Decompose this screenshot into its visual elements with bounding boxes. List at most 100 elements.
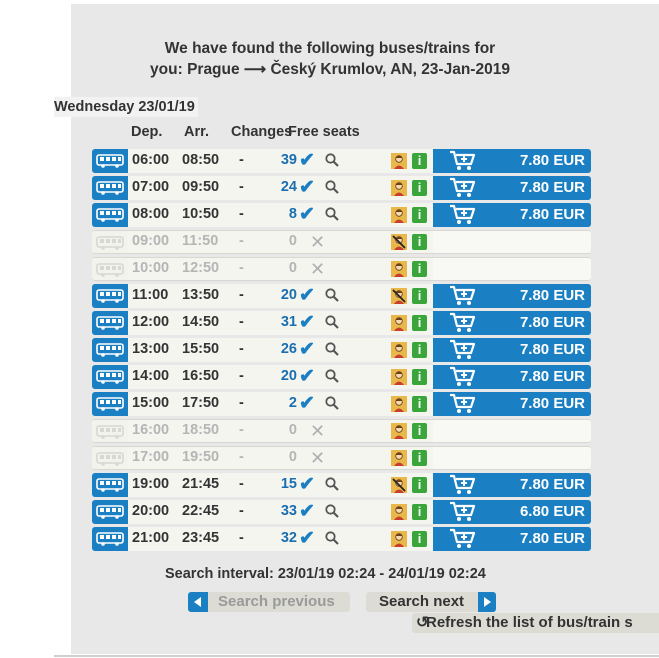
buy-ticket-button[interactable]: 7.80 EUR [433,203,591,227]
buy-ticket-button[interactable]: 7.80 EUR [433,311,591,335]
cart-icon [450,366,476,386]
buy-ticket-button[interactable]: 7.80 EUR [433,284,591,308]
connection-row[interactable]: 12:00 14:50 - 31 ✔ i 7.80 EUR [92,311,591,335]
buy-ticket-button[interactable]: 7.80 EUR [433,149,591,173]
magnifier-icon[interactable] [324,341,340,357]
bus-icon-cell [92,230,128,254]
steward-icon[interactable] [391,423,407,439]
departure-time: 17:00 [132,449,170,465]
info-icon[interactable]: i [412,450,427,466]
connection-row[interactable]: 16:00 18:50 - 0 ✕ i [92,419,591,443]
col-header-changes: Changes [231,124,293,140]
steward-icon[interactable] [391,396,407,412]
info-icon[interactable]: i [412,531,427,547]
info-icon[interactable]: i [412,153,427,169]
buy-ticket-button[interactable]: 7.80 EUR [433,365,591,389]
departure-time: 13:00 [132,341,170,357]
steward-icon[interactable] [391,531,407,547]
bus-icon-cell [92,257,128,281]
connection-row[interactable]: 20:00 22:45 - 33 ✔ i 6.80 EUR [92,500,591,524]
magnifier-icon[interactable] [324,314,340,330]
steward-icon[interactable] [391,342,407,358]
magnifier-icon[interactable] [324,368,340,384]
magnifier-icon[interactable] [324,395,340,411]
steward-icon[interactable] [391,153,407,169]
buy-ticket-button[interactable]: 7.80 EUR [433,527,591,551]
info-icon[interactable]: i [412,180,427,196]
connection-row[interactable]: 14:00 16:50 - 20 ✔ i 7.80 EUR [92,365,591,389]
connection-row[interactable]: 21:00 23:45 - 32 ✔ i 7.80 EUR [92,527,591,551]
info-icon[interactable]: i [412,207,427,223]
changes-count: - [239,341,244,357]
info-icon[interactable]: i [412,396,427,412]
buy-ticket-button[interactable]: 7.80 EUR [433,176,591,200]
steward-icon[interactable] [391,315,407,331]
free-seats-count: 31 [280,314,297,330]
ticket-price: 7.80 EUR [519,530,585,547]
buy-ticket-button[interactable]: 7.80 EUR [433,338,591,362]
magnifier-icon[interactable] [324,476,340,492]
connection-row[interactable]: 09:00 11:50 - 0 ✕ i [92,230,591,254]
refresh-list-button[interactable]: ↺ Refresh the list of bus/train s [412,613,659,633]
cart-icon [450,150,476,170]
bus-icon [96,316,124,330]
info-icon[interactable]: i [412,261,427,277]
arrival-time: 14:50 [182,314,220,330]
info-icon[interactable]: i [412,342,427,358]
magnifier-icon[interactable] [324,179,340,195]
info-icon[interactable]: i [412,504,427,520]
info-icon[interactable]: i [412,369,427,385]
arrival-time: 09:50 [182,179,220,195]
connection-row[interactable]: 11:00 13:50 - 20 ✔ i 7.80 EUR [92,284,591,308]
connection-row[interactable]: 19:00 21:45 - 15 ✔ i 7.80 EUR [92,473,591,497]
no-steward-icon[interactable] [391,234,407,250]
buy-ticket-button[interactable]: 6.80 EUR [433,500,591,524]
magnifier-icon[interactable] [324,530,340,546]
no-steward-icon[interactable] [391,288,407,304]
bus-icon [96,154,124,168]
info-icon[interactable]: i [412,423,427,439]
steward-icon[interactable] [391,180,407,196]
buy-ticket-button[interactable]: 7.80 EUR [433,473,591,497]
magnifier-icon[interactable] [324,152,340,168]
steward-icon[interactable] [391,504,407,520]
changes-count: - [239,422,244,438]
bus-icon-cell [92,203,128,227]
info-icon[interactable]: i [412,234,427,250]
search-previous-button[interactable]: Search previous [188,592,350,612]
magnifier-icon[interactable] [324,503,340,519]
bus-icon-cell [92,338,128,362]
connection-row[interactable]: 10:00 12:50 - 0 ✕ i [92,257,591,281]
search-next-button[interactable]: Search next [366,592,496,612]
free-seats-count: 33 [280,503,297,519]
changes-count: - [239,179,244,195]
steward-icon[interactable] [391,369,407,385]
info-icon[interactable]: i [412,315,427,331]
buy-ticket-button[interactable]: 7.80 EUR [433,392,591,416]
bus-icon [96,397,124,411]
connection-row[interactable]: 17:00 19:50 - 0 ✕ i [92,446,591,470]
magnifier-icon[interactable] [324,287,340,303]
departure-time: 08:00 [132,206,170,222]
col-header-dep: Dep. [131,124,163,140]
bus-icon-cell [92,149,128,173]
connection-row[interactable]: 15:00 17:50 - 2 ✔ i 7.80 EUR [92,392,591,416]
free-seats-count: 0 [288,260,297,276]
free-seats-count: 0 [288,422,297,438]
date-label: Wednesday 23/01/19 [54,97,198,117]
info-icon[interactable]: i [412,288,427,304]
connection-row[interactable]: 08:00 10:50 - 8 ✔ i 7.80 EUR [92,203,591,227]
steward-icon[interactable] [391,450,407,466]
connection-row[interactable]: 06:00 08:50 - 39 ✔ i 7.80 EUR [92,149,591,173]
changes-count: - [239,206,244,222]
connection-row[interactable]: 07:00 09:50 - 24 ✔ i 7.80 EUR [92,176,591,200]
connection-row[interactable]: 13:00 15:50 - 26 ✔ i 7.80 EUR [92,338,591,362]
free-seats-count: 20 [280,287,297,303]
magnifier-icon[interactable] [324,206,340,222]
no-steward-icon[interactable] [391,477,407,493]
steward-icon[interactable] [391,207,407,223]
info-icon[interactable]: i [412,477,427,493]
steward-icon[interactable] [391,261,407,277]
bus-icon-cell [92,419,128,443]
title-line-2: you: Prague ⟶ Český Krumlov, AN, 23-Jan-… [150,61,510,78]
